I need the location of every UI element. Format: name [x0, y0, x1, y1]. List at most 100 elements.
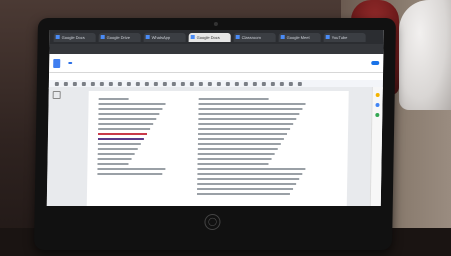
illegible-text-bar: [198, 103, 306, 105]
tab-favicon-icon: [100, 35, 105, 39]
toolbar-button-icon[interactable]: [297, 82, 302, 86]
toolbar-button-icon[interactable]: [117, 82, 122, 86]
illegible-text-bar: [98, 108, 163, 110]
illegible-text-bar: [197, 153, 275, 155]
illegible-text-bar: [198, 108, 303, 110]
illegible-text-bar: [97, 138, 144, 140]
tasks-icon[interactable]: [375, 103, 380, 107]
illegible-text-bar: [197, 158, 272, 160]
toolbar-button-icon[interactable]: [198, 82, 203, 86]
toolbar-button-icon[interactable]: [126, 82, 131, 86]
illegible-text-bar: [97, 143, 141, 145]
toolbar-button-icon[interactable]: [225, 82, 230, 86]
illegible-text-bar: [98, 123, 154, 125]
document-badge: [68, 62, 73, 64]
text-line: [196, 192, 337, 197]
tab-favicon-icon: [235, 35, 240, 39]
illegible-text-bar: [197, 163, 269, 165]
docs-icon: [53, 58, 61, 68]
illegible-text-bar: [197, 133, 288, 135]
tab-title: Google Docs: [61, 34, 85, 40]
toolbar-button-icon[interactable]: [261, 82, 266, 86]
toolbar-button-icon[interactable]: [99, 82, 104, 86]
illegible-text-bar: [98, 98, 129, 100]
browser-tab[interactable]: Classroom: [233, 32, 276, 42]
toolbar-button-icon[interactable]: [162, 82, 167, 86]
toolbar-button-icon[interactable]: [81, 82, 86, 86]
toolbar-button-icon[interactable]: [234, 82, 239, 86]
outline-panel: [52, 91, 63, 99]
address-bar[interactable]: [49, 44, 384, 54]
browser-tab[interactable]: YouTube: [323, 32, 366, 42]
tab-favicon-icon: [55, 35, 60, 39]
toolbar-button-icon[interactable]: [288, 82, 293, 86]
share-button[interactable]: [371, 61, 380, 65]
toolbar-button-icon[interactable]: [180, 82, 185, 86]
toolbar-button-icon[interactable]: [144, 82, 149, 86]
tab-title: Google Drive: [106, 34, 131, 40]
browser-tab[interactable]: Google Docs: [53, 32, 96, 42]
tab-title: Google Meet: [286, 34, 310, 40]
toolbar-button-icon[interactable]: [54, 82, 59, 86]
illegible-text-bar: [98, 128, 151, 130]
webcam-icon: [213, 22, 218, 26]
laptop-logo-icon: ◯: [204, 214, 221, 230]
toolbar-button-icon[interactable]: [171, 82, 176, 86]
toolbar-button-icon[interactable]: [90, 82, 95, 86]
toolbar-button-icon[interactable]: [270, 82, 275, 86]
toolbar-button-icon[interactable]: [243, 82, 248, 86]
browser-tab-bar: Google Docs Google Drive WhatsApp Google Do…: [49, 30, 384, 44]
illegible-text-bar: [197, 168, 306, 170]
laptop: Google Docs Google Drive WhatsApp Google Do…: [33, 18, 397, 250]
toolbar-button-icon[interactable]: [72, 82, 77, 86]
tab-favicon-icon: [190, 35, 195, 39]
document-area: [46, 87, 383, 206]
illegible-text-bar: [197, 188, 294, 190]
tab-title: Google Docs: [196, 34, 220, 40]
tab-title: WhatsApp: [151, 34, 171, 40]
illegible-text-bar: [97, 173, 163, 175]
illegible-text-bar: [197, 148, 278, 150]
toolbar-button-icon[interactable]: [63, 82, 68, 86]
side-panel: [369, 87, 383, 206]
illegible-text-bar: [198, 128, 291, 130]
keep-icon[interactable]: [375, 93, 380, 97]
left-text-column: [97, 97, 188, 177]
person-white-clothing: [399, 0, 451, 110]
illegible-text-bar: [97, 168, 166, 170]
toolbar-button-icon[interactable]: [279, 82, 284, 86]
browser-tab[interactable]: Google Drive: [98, 32, 141, 42]
browser-tab[interactable]: Google Meet: [278, 32, 321, 42]
tab-favicon-icon: [145, 35, 150, 39]
laptop-screen: Google Docs Google Drive WhatsApp Google Do…: [46, 30, 384, 206]
docs-header: [49, 54, 384, 73]
calendar-icon[interactable]: [375, 113, 380, 117]
toolbar-button-icon[interactable]: [207, 82, 212, 86]
illegible-text-bar: [198, 113, 300, 115]
tab-title: YouTube: [331, 34, 348, 40]
docs-menu-bar: [48, 73, 384, 80]
toolbar-button-icon[interactable]: [252, 82, 257, 86]
text-line: [97, 172, 187, 177]
illegible-text-bar: [98, 118, 157, 120]
toolbar-button-icon[interactable]: [108, 82, 113, 86]
illegible-text-bar: [198, 98, 269, 100]
toolbar-button-icon[interactable]: [135, 82, 140, 86]
tab-favicon-icon: [280, 35, 285, 39]
illegible-text-bar: [198, 123, 294, 125]
toolbar-button-icon[interactable]: [153, 82, 158, 86]
browser-tab[interactable]: WhatsApp: [143, 32, 186, 42]
toolbar-button-icon[interactable]: [189, 82, 194, 86]
illegible-text-bar: [97, 163, 129, 165]
illegible-text-bar: [98, 103, 166, 105]
illegible-text-bar: [197, 183, 297, 185]
tab-favicon-icon: [325, 35, 330, 39]
illegible-text-bar: [97, 133, 148, 135]
tab-title: Classroom: [241, 34, 261, 40]
toolbar-button-icon[interactable]: [216, 82, 221, 86]
illegible-text-bar: [98, 113, 160, 115]
illegible-text-bar: [197, 138, 284, 140]
browser-tab[interactable]: Google Docs: [188, 32, 231, 42]
outline-icon[interactable]: [52, 91, 61, 99]
document-page[interactable]: [86, 91, 349, 206]
